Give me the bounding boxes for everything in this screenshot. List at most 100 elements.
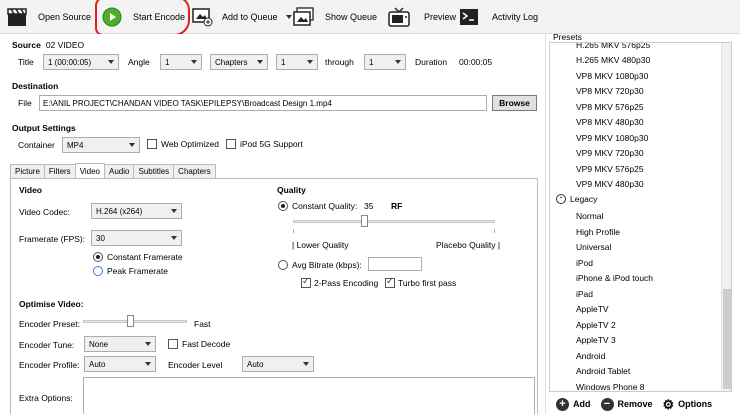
encoder-preset-value: Fast bbox=[194, 319, 211, 329]
preset-group-legacy[interactable]: ⌃ Legacy bbox=[556, 194, 597, 204]
encoder-level-select[interactable]: Auto bbox=[242, 356, 314, 372]
start-encode-button[interactable]: Start Encode bbox=[101, 0, 185, 34]
preview-label: Preview bbox=[424, 12, 457, 22]
preset-item[interactable]: VP9 MKV 576p25 bbox=[576, 164, 644, 174]
range-type-select[interactable]: Chapters bbox=[210, 54, 268, 70]
tab-picture[interactable]: Picture bbox=[10, 164, 45, 178]
framerate-select[interactable]: 30 bbox=[91, 230, 182, 246]
add-to-queue-label: Add to Queue bbox=[222, 12, 278, 22]
quality-slider-track[interactable] bbox=[293, 220, 495, 223]
video-codec-select[interactable]: H.264 (x264) bbox=[91, 203, 182, 219]
range-end-value: 1 bbox=[369, 57, 374, 67]
preset-item[interactable]: Android Tablet bbox=[576, 366, 630, 376]
avg-bitrate-radio[interactable] bbox=[278, 260, 288, 270]
preset-item[interactable]: Normal bbox=[576, 211, 603, 221]
two-pass-checkbox[interactable] bbox=[301, 276, 311, 288]
preset-item[interactable]: H.265 MKV 576p25 bbox=[576, 43, 650, 50]
preset-item[interactable]: VP8 MKV 576p25 bbox=[576, 102, 644, 112]
constant-framerate-radio[interactable] bbox=[93, 252, 103, 262]
range-start-select[interactable]: 1 bbox=[276, 54, 318, 70]
remove-preset-label: Remove bbox=[617, 399, 653, 409]
tab-video[interactable]: Video bbox=[74, 163, 106, 178]
presets-footer: + Add − Remove ⚙ Options bbox=[546, 394, 740, 414]
turbo-checkbox[interactable] bbox=[385, 276, 395, 288]
remove-preset-button[interactable]: − Remove bbox=[600, 397, 653, 411]
open-source-label: Open Source bbox=[38, 12, 92, 22]
preset-item[interactable]: VP8 MKV 480p30 bbox=[576, 117, 644, 127]
tab-audio[interactable]: Audio bbox=[104, 164, 135, 178]
preset-item[interactable]: VP9 MKV 1080p30 bbox=[576, 133, 648, 143]
tab-chapters[interactable]: Chapters bbox=[173, 164, 216, 178]
tab-label: Subtitles bbox=[138, 167, 170, 176]
open-source-button[interactable]: Open Source bbox=[6, 0, 91, 34]
activity-log-button[interactable]: Activity Log bbox=[458, 0, 538, 34]
angle-select-value: 1 bbox=[165, 57, 170, 67]
two-pass-label: 2-Pass Encoding bbox=[314, 278, 379, 288]
encoder-preset-track[interactable] bbox=[83, 320, 187, 323]
source-heading: Source bbox=[12, 40, 41, 50]
preset-item[interactable]: AppleTV 2 bbox=[576, 320, 616, 330]
file-path-input[interactable]: E:\ANIL PROJECT\CHANDAN VIDEO TASK\EPILE… bbox=[39, 95, 487, 111]
angle-select[interactable]: 1 bbox=[160, 54, 202, 70]
tab-filters[interactable]: Filters bbox=[43, 164, 76, 178]
preset-item[interactable]: VP9 MKV 480p30 bbox=[576, 179, 644, 189]
chevron-down-icon bbox=[191, 60, 197, 64]
presets-scrollbar-thumb[interactable] bbox=[723, 289, 731, 389]
range-start-value: 1 bbox=[281, 57, 286, 67]
preset-item[interactable]: iPad bbox=[576, 289, 593, 299]
fast-decode-checkbox[interactable] bbox=[168, 339, 178, 349]
ipod-support-checkbox[interactable] bbox=[226, 139, 236, 149]
preset-item[interactable]: Windows Phone 8 bbox=[576, 382, 645, 391]
preset-item[interactable]: H.265 MKV 480p30 bbox=[576, 55, 650, 65]
optimise-heading: Optimise Video: bbox=[19, 299, 84, 309]
avg-bitrate-input[interactable] bbox=[368, 257, 422, 271]
preview-button[interactable]: Preview bbox=[388, 0, 456, 34]
placebo-quality-label: Placebo Quality | bbox=[436, 240, 501, 250]
presets-scrollbar[interactable] bbox=[721, 43, 731, 391]
preset-item[interactable]: High Profile bbox=[576, 227, 620, 237]
preset-item[interactable]: Universal bbox=[576, 242, 611, 252]
encoder-preset-thumb[interactable] bbox=[126, 315, 134, 327]
web-optimized-checkbox[interactable] bbox=[147, 139, 157, 149]
peak-framerate-radio[interactable] bbox=[93, 266, 103, 276]
encoder-profile-select[interactable]: Auto bbox=[84, 356, 156, 372]
video-codec-label: Video Codec: bbox=[19, 207, 70, 217]
turbo-label: Turbo first pass bbox=[398, 278, 457, 288]
title-select[interactable]: 1 (00:00:05) bbox=[43, 54, 119, 70]
title-label: Title bbox=[18, 57, 34, 67]
browse-label: Browse bbox=[499, 98, 530, 108]
quality-heading: Quality bbox=[277, 185, 306, 195]
preset-item[interactable]: VP8 MKV 720p30 bbox=[576, 86, 644, 96]
constant-quality-radio[interactable] bbox=[278, 201, 288, 211]
preset-item[interactable]: iPhone & iPod touch bbox=[576, 273, 653, 283]
add-to-queue-button[interactable]: Add to Queue bbox=[192, 0, 292, 34]
add-preset-button[interactable]: + Add bbox=[556, 397, 591, 411]
preset-item[interactable]: VP8 MKV 1080p30 bbox=[576, 71, 648, 81]
tab-subtitles[interactable]: Subtitles bbox=[133, 164, 175, 178]
preset-item[interactable]: Android bbox=[576, 351, 605, 361]
web-optimized-label: Web Optimized bbox=[161, 139, 219, 149]
collapse-icon[interactable]: ⌃ bbox=[556, 194, 566, 204]
container-label: Container bbox=[18, 140, 55, 150]
preset-item[interactable]: VP9 MKV 720p30 bbox=[576, 148, 644, 158]
container-select[interactable]: MP4 bbox=[62, 137, 140, 153]
encoder-tune-select[interactable]: None bbox=[84, 336, 156, 352]
quality-slider-thumb[interactable] bbox=[360, 215, 368, 227]
framerate-label: Framerate (FPS): bbox=[19, 234, 86, 244]
preset-item[interactable]: AppleTV bbox=[576, 304, 609, 314]
range-end-select[interactable]: 1 bbox=[364, 54, 406, 70]
presets-panel: Presets H.265 MKV 576p25 H.265 MKV 480p3… bbox=[545, 32, 740, 414]
chevron-down-icon[interactable] bbox=[285, 15, 292, 19]
preset-item[interactable]: AppleTV 3 bbox=[576, 335, 616, 345]
preset-options-button[interactable]: ⚙ Options bbox=[663, 398, 713, 411]
encoder-profile-value: Auto bbox=[89, 359, 106, 369]
framerate-value: 30 bbox=[96, 233, 105, 243]
extra-options-input[interactable] bbox=[83, 377, 535, 414]
preset-group-label: Legacy bbox=[570, 194, 598, 204]
browse-button[interactable]: Browse bbox=[492, 95, 537, 111]
preset-item[interactable]: iPod bbox=[576, 258, 593, 268]
source-value: 02 VIDEO bbox=[45, 40, 85, 50]
show-queue-button[interactable]: Show Queue bbox=[293, 0, 377, 34]
chevron-down-icon bbox=[395, 60, 401, 64]
start-encode-label: Start Encode bbox=[133, 12, 186, 22]
